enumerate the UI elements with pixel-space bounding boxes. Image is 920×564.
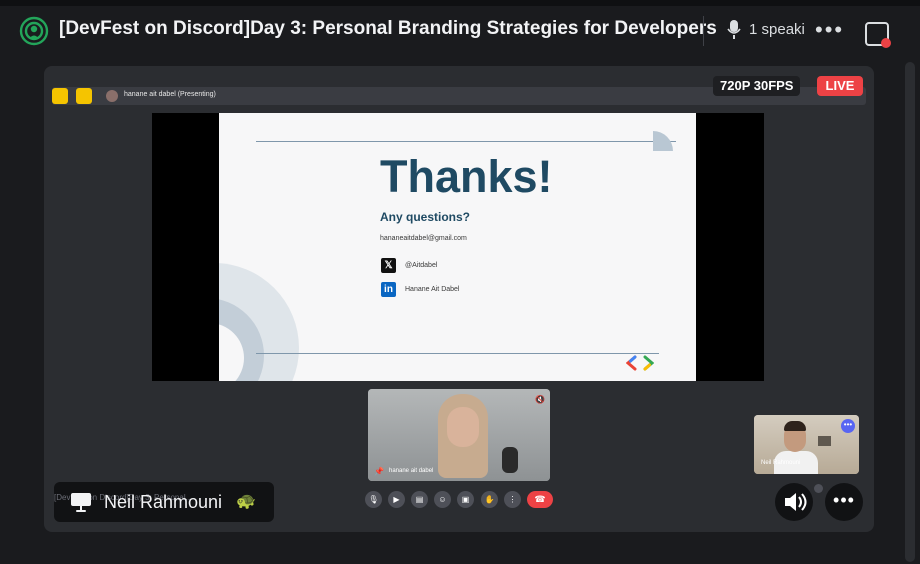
slide-subtitle: Any questions? bbox=[380, 210, 471, 224]
volume-button[interactable] bbox=[775, 483, 813, 521]
devfest-code-logo-icon bbox=[626, 355, 654, 371]
self-hair bbox=[784, 421, 806, 431]
tile-more-button[interactable]: ••• bbox=[841, 419, 855, 433]
speaker-volume-icon bbox=[785, 493, 807, 511]
header-divider bbox=[703, 16, 704, 46]
linkedin-logo-icon: in bbox=[381, 282, 396, 297]
slide-bottom-rule bbox=[256, 353, 659, 354]
stream-quality-badge: 720P 30FPS bbox=[713, 76, 801, 96]
stage-title: [DevFest on Discord]Day 3: Personal Bran… bbox=[59, 18, 717, 39]
participant-face bbox=[447, 407, 479, 447]
header-more-button[interactable]: ••• bbox=[815, 17, 844, 43]
presentation-slide: Thanks! Any questions? hananeaitdabel@gm… bbox=[219, 113, 696, 381]
presenter-tag-icon-2[interactable] bbox=[76, 88, 92, 104]
pin-icon[interactable]: 📌 bbox=[374, 467, 384, 476]
monitor-icon bbox=[71, 493, 91, 512]
muted-icon: 🔇 bbox=[535, 395, 545, 404]
status-dot bbox=[814, 484, 823, 493]
streamer-name: Neil Rahmouni bbox=[104, 492, 223, 512]
slide-email: hananeaitdabel@gmail.com bbox=[380, 235, 467, 242]
emoji-button[interactable]: ☺ bbox=[434, 491, 451, 508]
self-name: Neil Rahmouni bbox=[761, 460, 801, 466]
slide-corner-shape bbox=[653, 131, 673, 151]
camera-toggle-button[interactable]: ▶ bbox=[388, 491, 405, 508]
popout-window-icon[interactable] bbox=[865, 22, 893, 50]
raise-hand-button[interactable]: ✋ bbox=[481, 491, 498, 508]
wall-frame bbox=[818, 436, 831, 446]
slide-linkedin-name: Hanane Ait Dabel bbox=[405, 286, 460, 293]
leave-call-button[interactable]: ☎ bbox=[527, 491, 553, 508]
scrollbar[interactable] bbox=[905, 62, 915, 562]
slide-x-handle: @Aitdabel bbox=[405, 262, 438, 269]
presenter-avatar bbox=[106, 90, 118, 102]
window-top-strip bbox=[0, 0, 920, 6]
microphone-icon[interactable] bbox=[727, 19, 741, 41]
x-logo-icon: 𝕏 bbox=[381, 258, 396, 273]
layout-button[interactable]: ▤ bbox=[411, 491, 428, 508]
turtle-emoji-icon: 🐢 bbox=[236, 493, 256, 510]
live-badge: LIVE bbox=[817, 76, 863, 96]
share-screen-button[interactable]: ▣ bbox=[457, 491, 474, 508]
microphone-prop bbox=[502, 447, 518, 473]
stage-channel-icon bbox=[19, 16, 49, 46]
participant-name: hanane ait dabel bbox=[389, 468, 434, 474]
slide-title: Thanks! bbox=[380, 151, 553, 202]
presenter-label: hanane ait dabel (Presenting) bbox=[124, 91, 216, 98]
controls-more-button[interactable]: ⋮ bbox=[504, 491, 521, 508]
mic-toggle-button[interactable]: 🎙 bbox=[365, 491, 382, 508]
stream-more-button[interactable]: ••• bbox=[825, 483, 863, 521]
slide-top-rule bbox=[256, 141, 676, 142]
speaker-count[interactable]: 1 speaki bbox=[749, 21, 805, 38]
presenter-tag-icon[interactable] bbox=[52, 88, 68, 104]
